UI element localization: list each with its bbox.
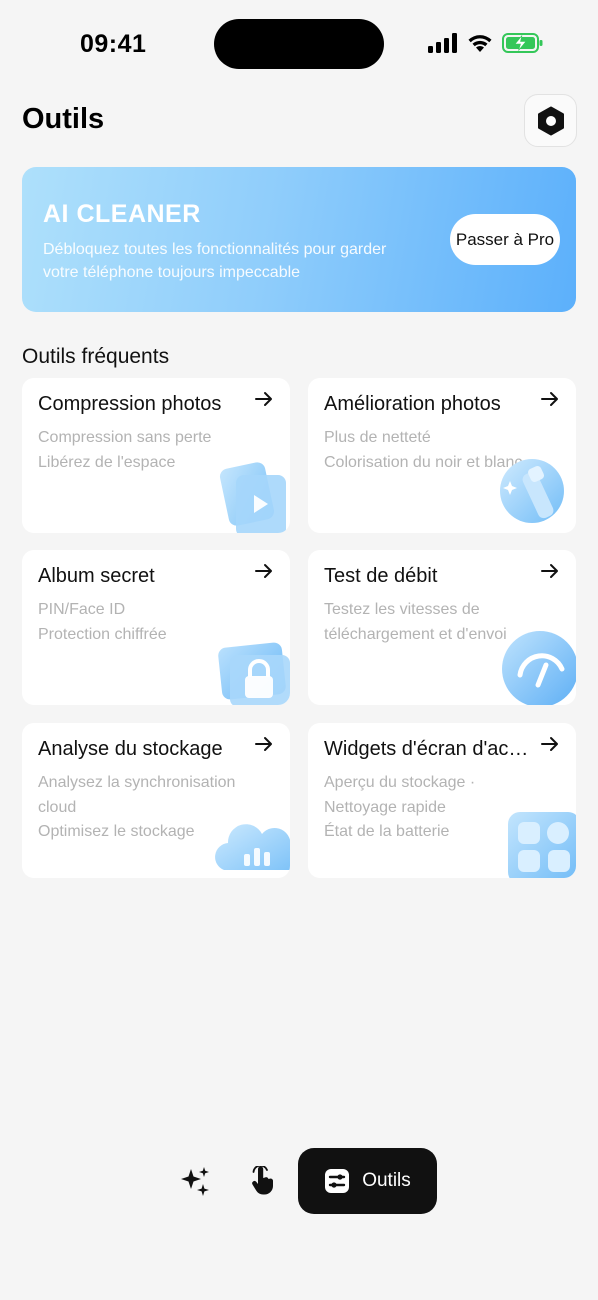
pro-banner[interactable]: AI CLEANER Débloquez toutes les fonction… [22, 167, 576, 312]
banner-description: Débloquez toutes les fonctionnalités pou… [43, 241, 387, 281]
nav-ai-button[interactable] [162, 1148, 228, 1214]
tools-icon [325, 1169, 350, 1193]
hexagon-settings-icon [537, 106, 564, 135]
card-title: Amélioration photos [324, 393, 501, 415]
battery-charging-icon [502, 33, 543, 53]
arrow-right-icon [255, 392, 272, 406]
tool-card-photo-compression[interactable]: Compression photos Compression sans pert… [22, 378, 290, 533]
tool-card-home-widgets[interactable]: Widgets d'écran d'accueil Aperçu du stoc… [308, 723, 576, 878]
tool-card-photo-enhancement[interactable]: Amélioration photos Plus de netteté Colo… [308, 378, 576, 533]
arrow-right-icon [541, 564, 558, 578]
widgets-icon [508, 812, 576, 878]
cloud-chart-icon [215, 824, 290, 870]
tool-card-speed-test[interactable]: Test de débit Testez les vitesses de tél… [308, 550, 576, 705]
arrow-right-icon [541, 737, 558, 751]
bottom-navigation: Outils [162, 1148, 437, 1214]
settings-button[interactable] [524, 94, 577, 147]
card-title: Compression photos [38, 393, 222, 415]
card-title: Test de débit [324, 565, 438, 587]
status-icons [428, 32, 544, 54]
photo-compress-icon [219, 462, 286, 533]
tool-card-secret-album[interactable]: Album secret PIN/Face ID Protection chif… [22, 550, 290, 705]
nav-tools-button[interactable]: Outils [298, 1148, 437, 1214]
nav-tools-label: Outils [362, 1170, 411, 1191]
banner-title: AI CLEANER [43, 200, 201, 228]
arrow-right-icon [541, 392, 558, 406]
status-bar: 09:41 [0, 0, 598, 90]
card-title: Album secret [38, 565, 155, 587]
wifi-icon [468, 35, 492, 52]
tap-hand-icon [252, 1166, 273, 1195]
section-title: Outils fréquents [22, 345, 170, 368]
speedometer-icon [502, 631, 576, 705]
card-title: Widgets d'écran d'accueil [324, 738, 534, 760]
card-title: Analyse du stockage [38, 738, 223, 760]
page-title: Outils [22, 103, 105, 135]
nav-gesture-button[interactable] [230, 1148, 296, 1214]
upgrade-pro-button[interactable]: Passer à Pro [450, 214, 560, 265]
sparkles-icon [181, 1167, 209, 1196]
arrow-right-icon [255, 564, 272, 578]
tool-card-storage-analysis[interactable]: Analyse du stockage Analysez la synchron… [22, 723, 290, 878]
photo-enhance-icon [500, 459, 564, 523]
lock-album-icon [218, 642, 290, 705]
cellular-signal-icon [428, 33, 457, 53]
arrow-right-icon [255, 737, 272, 751]
dynamic-island [214, 19, 384, 69]
status-time: 09:41 [80, 30, 147, 58]
